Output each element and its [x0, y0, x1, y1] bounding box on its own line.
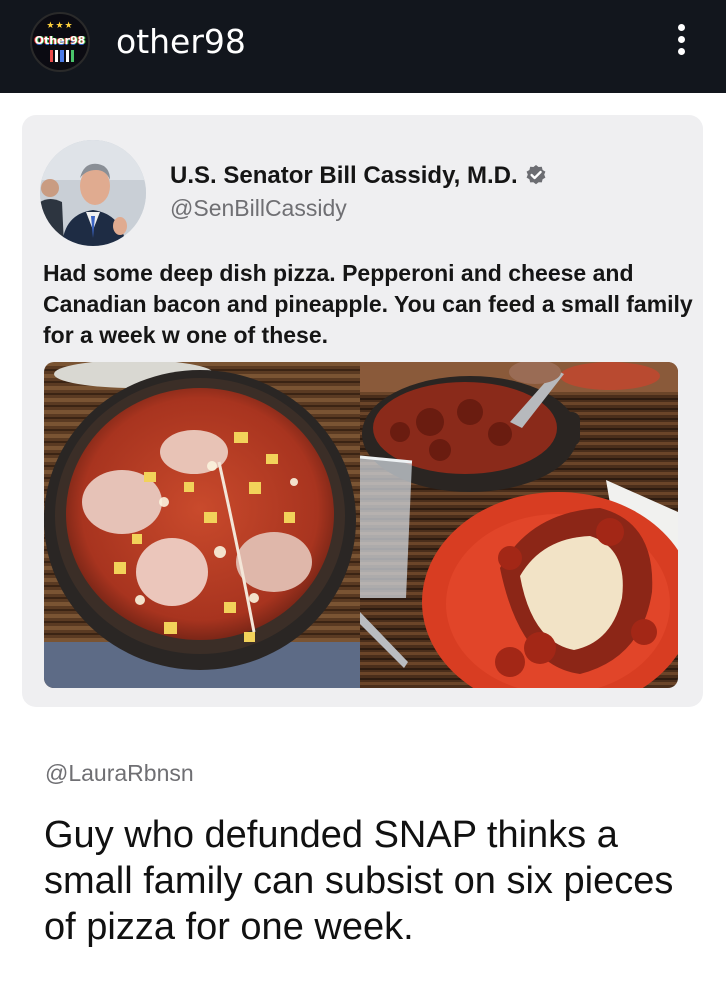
channel-avatar[interactable]: ★★★ Other98 [30, 12, 90, 72]
pizza-in-skillet-photo[interactable] [44, 362, 360, 688]
pizza-slice-on-plate-photo[interactable] [360, 362, 678, 688]
more-options-icon[interactable] [672, 24, 690, 60]
badge-logo-text: Other98 [34, 34, 86, 47]
tweet-author-handle[interactable]: @SenBillCassidy [170, 195, 347, 222]
tweet-author-name[interactable]: U.S. Senator Bill Cassidy, M.D. [170, 162, 547, 190]
avatar-photo [40, 140, 146, 246]
embedded-tweet-card[interactable]: U.S. Senator Bill Cassidy, M.D. @SenBill… [22, 115, 703, 707]
tweet-body-text: Had some deep dish pizza. Pepperoni and … [43, 260, 693, 348]
badge-stars: ★★★ [46, 20, 74, 30]
badge-stripes [50, 50, 75, 62]
pizza-slice-image [360, 362, 678, 688]
reply-author-handle[interactable]: @LauraRbnsn [45, 760, 194, 787]
tweet-author-name-text: U.S. Senator Bill Cassidy, M.D. [170, 162, 518, 189]
tweet-author-avatar[interactable] [40, 140, 146, 246]
reply-body-text: Guy who defunded SNAP thinks a small fam… [44, 814, 674, 948]
channel-username[interactable]: other98 [116, 22, 246, 61]
pizza-skillet-image [44, 362, 360, 688]
verified-icon [526, 165, 546, 185]
top-bar: ★★★ Other98 other98 [0, 0, 726, 93]
